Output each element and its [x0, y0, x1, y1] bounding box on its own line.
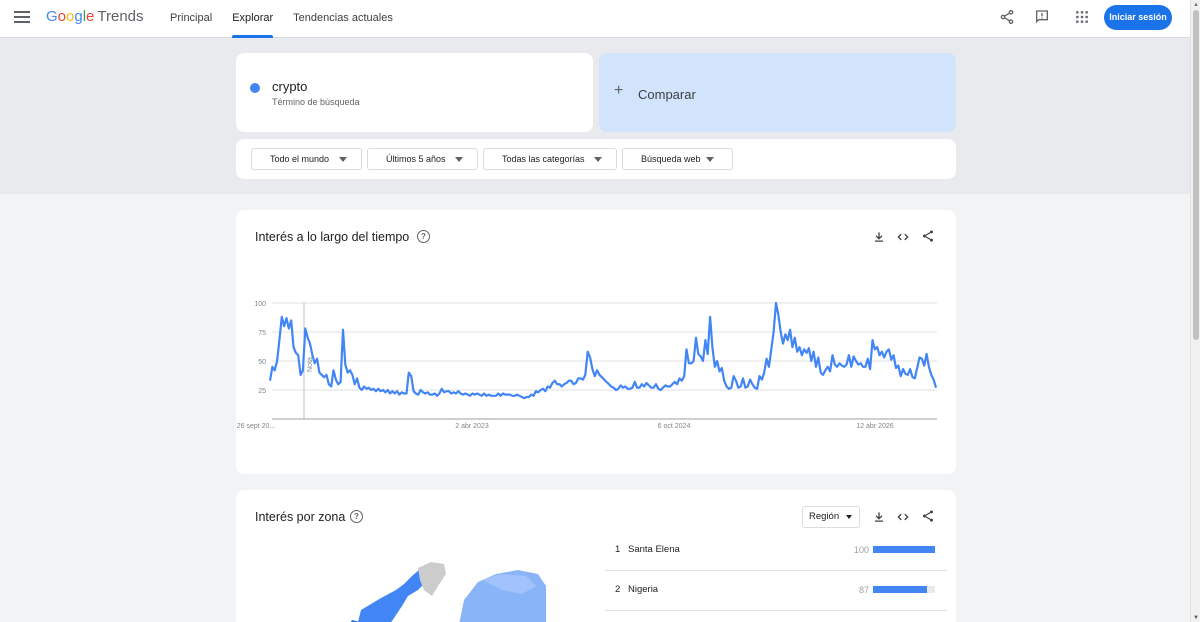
dropdown-caret-icon — [846, 515, 852, 519]
region-bar-fill — [873, 546, 935, 553]
region-rank: 2 — [615, 584, 621, 595]
region-bar-track — [873, 546, 935, 553]
app-header: Google Trends Principal Explorar Tendenci… — [0, 0, 1190, 38]
x-tick-label: 6 oct 2024 — [658, 423, 691, 430]
region-filter[interactable]: Todo el mundo — [251, 148, 362, 170]
nav-tendencias-actuales[interactable]: Tendencias actuales — [283, 0, 403, 38]
period-filter-label: Últimos 5 años — [386, 154, 446, 164]
hamburger-menu-icon[interactable] — [14, 11, 30, 25]
search-term-type: Término de búsqueda — [272, 97, 360, 107]
feedback-icon[interactable] — [1034, 9, 1050, 25]
y-tick-label: 50 — [258, 359, 266, 366]
signin-button[interactable]: Iniciar sesión — [1104, 5, 1172, 30]
x-tick-label: 12 abr 2026 — [856, 423, 893, 430]
y-tick-label: 25 — [258, 388, 266, 395]
google-trends-logo[interactable]: Google Trends — [46, 8, 144, 25]
compare-card[interactable]: + Comparar — [599, 53, 956, 132]
interest-by-region-panel: Interés por zona ? Región 1 Santa Elena … — [236, 490, 956, 622]
dropdown-caret-icon — [455, 157, 463, 162]
share-icon[interactable] — [921, 509, 935, 523]
nav-principal[interactable]: Principal — [160, 0, 222, 38]
world-map[interactable] — [286, 560, 546, 622]
category-filter-label: Todas las categorías — [502, 154, 585, 164]
embed-icon[interactable] — [896, 510, 910, 524]
interest-by-region-title: Interés por zona — [255, 510, 346, 524]
region-row[interactable]: 1 Santa Elena 100 — [605, 532, 947, 571]
main-nav: Principal Explorar Tendencias actuales — [160, 0, 403, 38]
nav-explorar[interactable]: Explorar — [222, 0, 283, 38]
apps-grid-icon[interactable] — [1075, 10, 1089, 24]
region-filter-label: Todo el mundo — [270, 154, 330, 164]
search-type-filter[interactable]: Búsqueda web — [622, 148, 733, 170]
plus-icon: + — [614, 82, 624, 99]
term-color-dot — [250, 83, 260, 93]
search-term-card[interactable]: crypto Término de búsqueda — [236, 53, 593, 132]
region-level-select[interactable]: Región — [802, 506, 860, 528]
logo-letter: o — [57, 8, 67, 25]
compare-label: Comparar — [638, 87, 696, 102]
scrollbar-thumb[interactable] — [1193, 10, 1199, 340]
google-wordmark: Google — [46, 8, 94, 25]
category-filter[interactable]: Todas las categorías — [483, 148, 617, 170]
region-bar-fill — [873, 586, 927, 593]
dropdown-caret-icon — [594, 157, 602, 162]
logo-letter: G — [46, 8, 58, 25]
dropdown-caret-icon — [339, 157, 347, 162]
dropdown-caret-icon — [706, 157, 714, 162]
help-icon[interactable]: ? — [350, 510, 363, 523]
share-icon[interactable] — [999, 9, 1015, 25]
logo-letter: e — [86, 8, 95, 25]
search-type-filter-label: Búsqueda web — [641, 154, 701, 164]
region-name[interactable]: Santa Elena — [628, 544, 680, 555]
scroll-down-icon[interactable]: ▼ — [1193, 615, 1199, 621]
page-scrollbar[interactable]: ▲ ▼ — [1190, 0, 1200, 622]
interest-line-chart[interactable]: 255075100Nota26 sept 20... 2 abr 2023 6 oc… — [236, 210, 956, 474]
logo-letter: g — [74, 8, 83, 25]
region-bar-track — [873, 586, 935, 593]
interest-over-time-panel: Interés a lo largo del tiempo ? 25 50 75 10… — [236, 210, 956, 474]
y-tick-label: 75 — [258, 330, 266, 337]
search-term[interactable]: crypto — [272, 79, 307, 94]
region-value: 100 — [853, 545, 869, 555]
x-tick-label: 2 abr 2023 — [455, 423, 489, 430]
region-level-label: Región — [809, 511, 840, 522]
region-value: 87 — [858, 585, 869, 595]
region-name[interactable]: Nigeria — [628, 584, 658, 595]
scroll-up-icon[interactable]: ▲ — [1193, 2, 1199, 8]
period-filter[interactable]: Últimos 5 años — [367, 148, 478, 170]
download-icon[interactable] — [872, 510, 886, 524]
region-row[interactable]: 2 Nigeria 87 — [605, 572, 947, 611]
region-rank: 1 — [615, 544, 621, 555]
filters-bar: Todo el mundo Últimos 5 años Todas las c… — [236, 139, 956, 179]
series-line-crypto[interactable] — [268, 301, 938, 400]
y-tick-label: 100 — [254, 301, 266, 308]
x-tick-label: 26 sept 20... — [237, 423, 276, 430]
